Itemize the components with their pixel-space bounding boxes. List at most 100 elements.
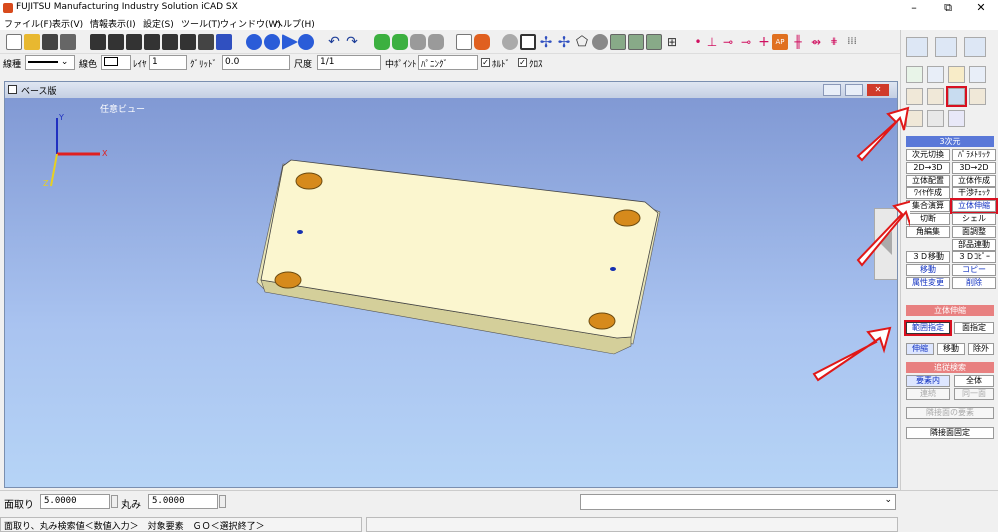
3d-cube-tool-icon[interactable] — [946, 86, 967, 107]
wire-create-button[interactable]: ﾜｲﾔ作成 — [906, 187, 950, 200]
color-select[interactable] — [101, 55, 131, 70]
copy-button[interactable]: コピー — [952, 264, 996, 277]
render-icon[interactable] — [298, 34, 314, 50]
menu-info[interactable]: 情報表示(I) — [90, 17, 136, 30]
pentagon-icon[interactable]: ⬠ — [574, 34, 590, 50]
panel-search-icon[interactable] — [964, 37, 986, 57]
same-face-button[interactable]: 同一面 — [954, 388, 994, 400]
preview-icon[interactable] — [456, 34, 472, 50]
attr-change-button[interactable]: 属性変更 — [906, 277, 950, 289]
play-icon[interactable] — [282, 34, 298, 50]
exclude-button[interactable]: 除外 — [968, 343, 994, 355]
move-mode-button[interactable]: 移動 — [937, 343, 965, 355]
arrow-icon[interactable]: ⇴ — [808, 34, 824, 50]
frame-tool-icon[interactable] — [927, 66, 944, 83]
minimize-button[interactable]: – — [897, 0, 931, 16]
grid-a-icon[interactable] — [610, 34, 626, 50]
view-camera-icon[interactable] — [198, 34, 214, 50]
view-wire-icon[interactable] — [216, 34, 232, 50]
linetype-select[interactable]: ⌄ — [25, 55, 75, 70]
table-tool-icon[interactable] — [969, 88, 986, 105]
3d-copy-button[interactable]: ３Ｄｺﾋﾟｰ — [952, 251, 996, 264]
2d-to-3d-button[interactable]: 2D→3D — [906, 161, 950, 174]
plate-model[interactable] — [256, 159, 661, 355]
brush-tool-icon[interactable] — [948, 110, 965, 127]
hold-checkbox[interactable]: ✓ — [481, 58, 490, 67]
round-input[interactable]: 5.0000 — [148, 494, 218, 509]
new-file-icon[interactable] — [6, 34, 22, 50]
adjacent-element-button[interactable]: 隣接面の要素 — [906, 407, 994, 419]
hole-top-left[interactable] — [295, 172, 323, 190]
scale-select[interactable]: 1/1 — [317, 55, 381, 70]
all-button[interactable]: 全体 — [954, 375, 994, 387]
view-top-icon[interactable] — [108, 34, 124, 50]
view-side-icon[interactable] — [126, 34, 142, 50]
face-specify-button[interactable]: 面指定 — [954, 322, 994, 334]
menu-tools[interactable]: ツール(T) — [181, 17, 221, 30]
pin-hole-left[interactable] — [297, 230, 303, 234]
boolean-op-button[interactable]: 集合演算 — [906, 200, 950, 213]
menu-window[interactable]: ウィンドウ(W) — [220, 17, 281, 30]
chamfer-input[interactable]: 5.0000 — [40, 494, 110, 509]
folder-tool-icon[interactable] — [948, 66, 965, 83]
move-cross-icon[interactable]: ✢ — [538, 34, 554, 50]
hidden-line-icon[interactable] — [264, 34, 280, 50]
menu-help[interactable]: ヘルプ(H) — [274, 17, 315, 30]
command-combo[interactable]: ⌄ — [580, 494, 896, 510]
grid-select[interactable]: 0.0 — [222, 55, 290, 70]
layer-green2-icon[interactable] — [392, 34, 408, 50]
menu-view[interactable]: 表示(V) — [52, 17, 83, 30]
move-button[interactable]: 移動 — [906, 264, 950, 277]
redo-icon[interactable]: ↷ — [344, 34, 360, 50]
shading-icon[interactable] — [246, 34, 262, 50]
pin-hole-right[interactable] — [610, 267, 616, 271]
view-front-icon[interactable] — [90, 34, 106, 50]
plus-icon[interactable]: + — [756, 34, 772, 50]
solid-place-button[interactable]: 立体配置 — [906, 174, 950, 187]
wrench-tool-icon[interactable] — [969, 66, 986, 83]
interference-check-button[interactable]: 干渉ﾁｪｯｸ — [952, 187, 996, 200]
check-tool-icon[interactable] — [906, 66, 923, 83]
range-specify-button[interactable]: 範囲指定 — [904, 320, 952, 336]
corner-edit-button[interactable]: 角編集 — [906, 225, 950, 238]
copy-cross-icon[interactable]: ✢ — [556, 34, 572, 50]
view-iso-icon[interactable] — [180, 34, 196, 50]
ap-icon[interactable]: AP — [772, 34, 788, 50]
3d-to-2d-button[interactable]: 3D→2D — [952, 161, 996, 174]
cad-viewport[interactable]: ベース版 ✕ 任意ビュー Y X Z — [4, 81, 898, 488]
round-spin[interactable] — [219, 495, 226, 508]
midpoint-select[interactable]: ﾊﾟﾆﾝｸﾞ — [418, 55, 478, 70]
hash-10-icon[interactable]: ⋕ — [826, 34, 842, 50]
layer-green-icon[interactable] — [374, 34, 390, 50]
dots-grid-icon[interactable]: ⁞⁞⁞ — [844, 34, 860, 50]
close-button[interactable]: ✕ — [964, 0, 998, 16]
stretch-button[interactable]: 伸縮 — [906, 343, 934, 355]
continuous-button[interactable]: 連続 — [906, 388, 950, 400]
sphere-icon[interactable] — [592, 34, 608, 50]
layer-select[interactable]: 1 — [149, 55, 187, 70]
cross-checkbox[interactable]: ✓ — [518, 58, 527, 67]
face-adjust-button[interactable]: 面調整 — [952, 225, 996, 238]
line-dot-icon[interactable]: ⊸ — [720, 34, 736, 50]
restore-button[interactable]: ⧉ — [931, 0, 965, 16]
select-icon[interactable] — [520, 34, 536, 50]
hole-top-right[interactable] — [613, 209, 641, 227]
layer-gray-icon[interactable] — [410, 34, 426, 50]
print-icon[interactable] — [60, 34, 76, 50]
tree-tool-icon[interactable] — [927, 88, 944, 105]
save-icon[interactable] — [42, 34, 58, 50]
chamfer-spin[interactable] — [111, 495, 118, 508]
parametric-button[interactable]: ﾊﾟﾗﾒﾄﾘｯｸ — [952, 149, 996, 161]
undo-icon[interactable]: ↶ — [326, 34, 342, 50]
gear-icon[interactable] — [502, 34, 518, 50]
view-back-icon[interactable] — [144, 34, 160, 50]
line-dash-icon[interactable]: ⊥ — [704, 34, 720, 50]
plate-top-face[interactable] — [260, 159, 659, 339]
3d-move-button[interactable]: ３Ｄ移動 — [906, 251, 950, 264]
adjacent-fixed-button[interactable]: 隣接面固定 — [906, 427, 994, 439]
solid-stretch-button[interactable]: 立体伸縮 — [950, 198, 998, 215]
menu-file[interactable]: ファイル(F) — [4, 17, 52, 30]
part-link-button[interactable]: 部品連動 — [952, 238, 996, 251]
delete-button[interactable]: 削除 — [952, 277, 996, 289]
panel-mode-b-icon[interactable] — [935, 37, 957, 57]
